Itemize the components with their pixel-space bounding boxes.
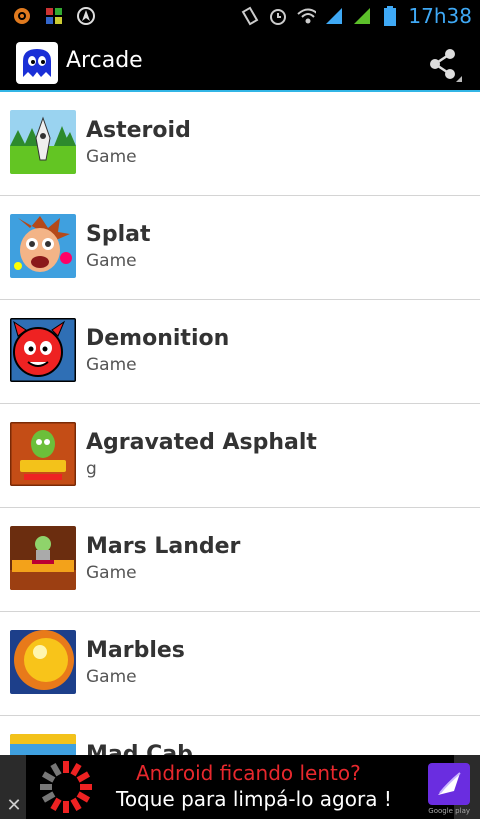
status-time: 17h38 [408, 4, 472, 28]
navigation-icon [76, 6, 96, 26]
game-title: Asteroid [86, 118, 191, 143]
app-icon[interactable] [16, 42, 58, 84]
game-title: Demonition [86, 326, 230, 351]
app-title: Arcade [66, 48, 143, 73]
game-title: Agravated Asphalt [86, 430, 317, 455]
agravated-asphalt-thumbnail [10, 422, 76, 486]
list-item[interactable]: Asteroid Game [0, 92, 480, 196]
share-icon [430, 49, 462, 82]
alarm-icon [268, 6, 288, 26]
signal-icon [324, 6, 344, 26]
game-category: Game [86, 147, 137, 167]
share-button[interactable] [424, 44, 464, 84]
list-item[interactable]: Splat Game [0, 196, 480, 300]
game-category: Game [86, 355, 137, 375]
splat-thumbnail [10, 214, 76, 278]
signal-2-icon [352, 6, 372, 26]
vibrate-icon [240, 6, 260, 26]
game-category: Game [86, 563, 137, 583]
status-bar: 17h38 [0, 0, 480, 32]
ad-headline: Android ficando lento? [136, 761, 361, 785]
list-item[interactable]: Marbles Game [0, 612, 480, 716]
game-title: Marbles [86, 638, 185, 663]
list-item[interactable]: Demonition Game [0, 300, 480, 404]
close-icon[interactable]: ✕ [4, 795, 24, 816]
ad-app-icon [428, 763, 470, 805]
photo-icon [44, 6, 64, 26]
game-title: Mars Lander [86, 534, 241, 559]
game-category: Game [86, 251, 137, 271]
action-bar: Arcade [0, 32, 480, 92]
game-category: g [86, 459, 97, 479]
mad-cab-thumbnail [10, 734, 76, 755]
list-item[interactable]: Mad Cab [0, 716, 480, 755]
loading-icon [38, 759, 94, 815]
demonition-thumbnail [10, 318, 76, 382]
marbles-thumbnail [10, 630, 76, 694]
google-play-label: Google play [428, 807, 470, 815]
list-item[interactable]: Agravated Asphalt g [0, 404, 480, 508]
wifi-icon [296, 6, 317, 26]
game-title: Splat [86, 222, 151, 247]
game-list: Asteroid Game Splat Game Demonition Game… [0, 92, 480, 755]
list-item[interactable]: Mars Lander Game [0, 508, 480, 612]
game-category: Game [86, 667, 137, 687]
ad-banner[interactable]: ✕ Android ficando lento? Toque para limp… [0, 755, 480, 819]
notification-icon [12, 6, 32, 26]
asteroid-thumbnail [10, 110, 76, 174]
ad-subline: Toque para limpá-lo agora ! [116, 787, 392, 811]
mars-lander-thumbnail [10, 526, 76, 590]
game-title: Mad Cab [86, 742, 193, 755]
battery-icon [380, 6, 400, 26]
